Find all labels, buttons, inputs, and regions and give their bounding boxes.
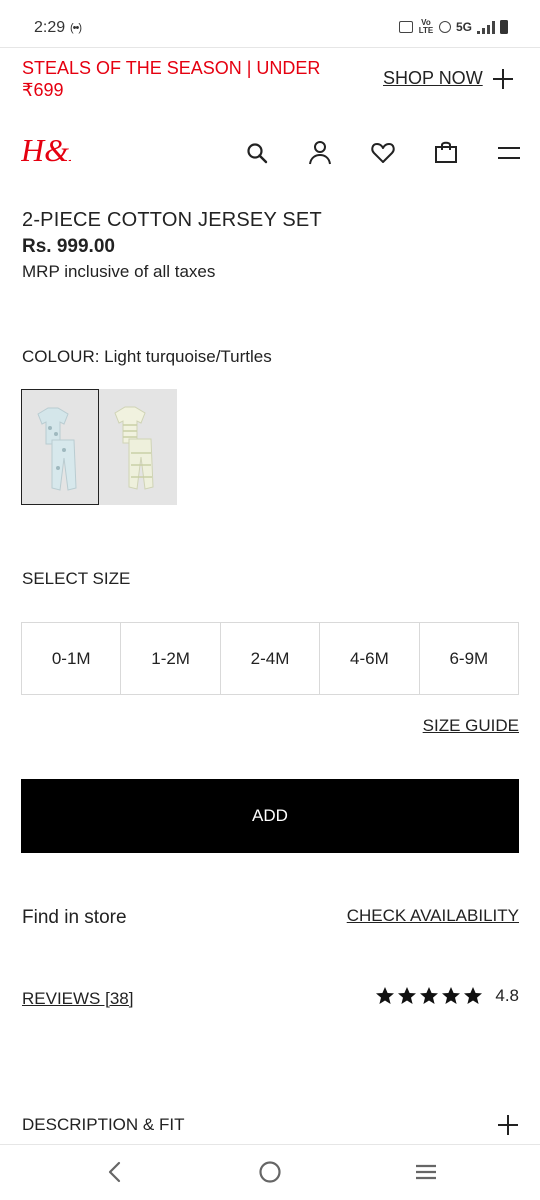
back-icon[interactable] — [100, 1157, 130, 1187]
bodysuit-image — [37, 407, 77, 491]
vibrate-icon — [398, 21, 413, 33]
rating-stars — [375, 986, 483, 1006]
status-icons: Vo LTE 5G — [398, 18, 508, 35]
colour-swatches — [21, 389, 177, 505]
status-time: 2:29 — [34, 19, 66, 36]
menu-icon[interactable] — [496, 140, 522, 166]
home-icon[interactable] — [255, 1157, 285, 1187]
reviews-link[interactable]: REVIEWS [38] — [22, 989, 133, 1009]
size-option[interactable]: 0-1M — [22, 623, 122, 694]
promo-text[interactable]: STEALS OF THE SEASON | UNDER ₹699 — [22, 57, 352, 101]
swatch-light-green[interactable] — [99, 389, 177, 505]
product-title: 2-PIECE COTTON JERSEY SET — [22, 209, 322, 231]
star-icon — [398, 987, 417, 1004]
volte-icon: Vo LTE — [418, 18, 434, 35]
add-to-bag-button[interactable]: ADD — [21, 779, 519, 853]
tax-note: MRP inclusive of all taxes — [22, 262, 216, 281]
size-option[interactable]: 6-9M — [420, 623, 518, 694]
account-icon[interactable] — [307, 139, 333, 165]
star-icon — [376, 987, 395, 1004]
signal-icon — [477, 20, 495, 34]
expand-plus-icon[interactable] — [498, 1115, 518, 1135]
bodysuit-image — [114, 406, 154, 490]
star-icon — [464, 987, 483, 1004]
select-size-label: SELECT SIZE — [22, 569, 131, 588]
heart-icon[interactable] — [370, 140, 396, 166]
size-grid: 0-1M 1-2M 2-4M 4-6M 6-9M — [21, 622, 519, 695]
shop-now-label[interactable]: SHOP NOW — [383, 68, 483, 89]
search-icon[interactable] — [244, 140, 270, 166]
check-availability-link[interactable]: CHECK AVAILABILITY — [347, 906, 519, 926]
size-option[interactable]: 1-2M — [121, 623, 221, 694]
star-icon — [420, 987, 439, 1004]
battery-icon — [500, 20, 508, 34]
colour-label: COLOUR: Light turquoise/Turtles — [22, 347, 272, 366]
header-icons — [0, 138, 540, 170]
star-icon — [442, 987, 461, 1004]
network-type: 5G — [455, 20, 472, 34]
description-fit-label[interactable]: DESCRIPTION & FIT — [22, 1115, 184, 1135]
bag-icon[interactable] — [433, 139, 459, 165]
shop-now-link[interactable]: SHOP NOW — [383, 68, 513, 89]
rating: 4.8 — [375, 986, 519, 1006]
expand-plus-icon[interactable] — [492, 68, 513, 89]
status-bar: 2:29 (••) Vo LTE 5G — [0, 0, 540, 54]
size-option[interactable]: 4-6M — [320, 623, 420, 694]
system-nav-bar — [0, 1145, 540, 1200]
swatch-light-turquoise[interactable] — [21, 389, 99, 505]
find-in-store-label: Find in store — [22, 907, 127, 928]
divider — [0, 47, 540, 48]
product-price: Rs. 999.00 — [22, 236, 115, 257]
size-guide-link[interactable]: SIZE GUIDE — [423, 716, 519, 736]
hotspot-icon — [438, 21, 451, 33]
size-option[interactable]: 2-4M — [221, 623, 321, 694]
recents-icon[interactable] — [411, 1157, 441, 1187]
radio-icon: (••) — [70, 22, 82, 34]
rating-value: 4.8 — [495, 986, 519, 1005]
